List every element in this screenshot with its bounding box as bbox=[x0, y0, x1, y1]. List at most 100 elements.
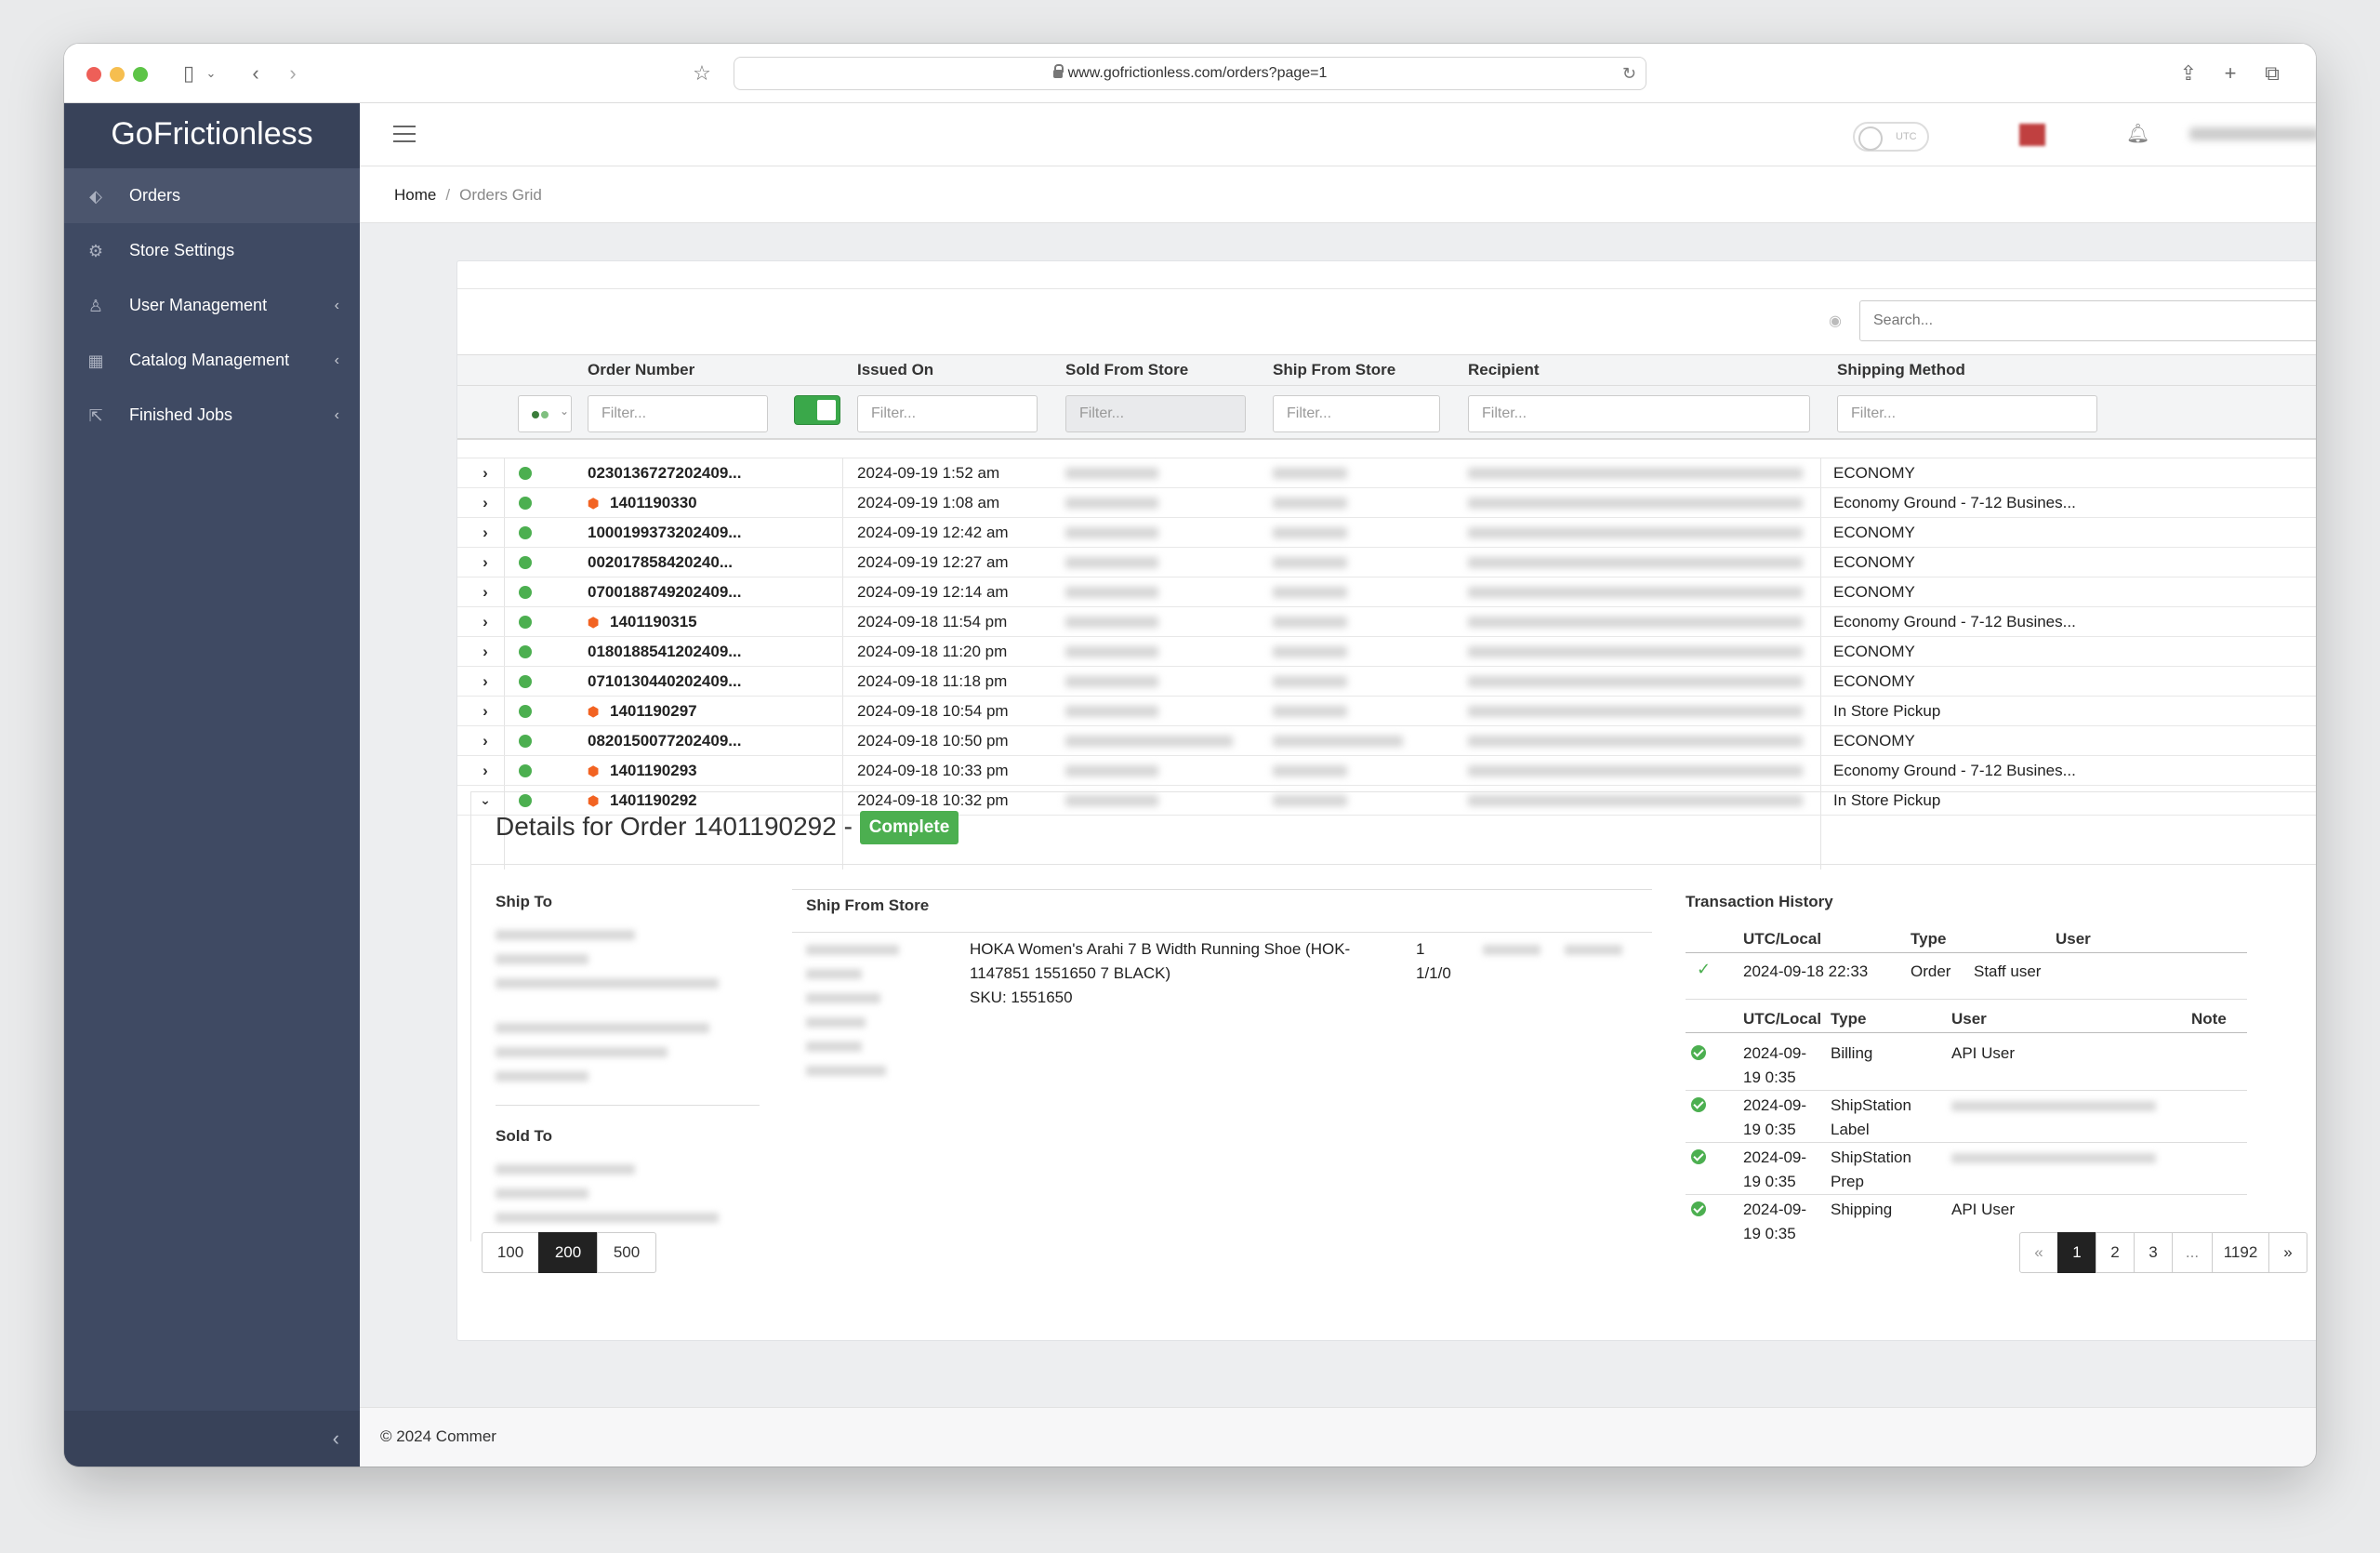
column-header-shipping-method[interactable]: Shipping Method bbox=[1837, 355, 1965, 385]
table-row[interactable]: › 1000199373202409... 2024-09-19 12:42 am E… bbox=[457, 518, 2316, 548]
chevron-right-icon[interactable]: › bbox=[478, 756, 493, 785]
table-row[interactable]: › ⬢ 1401190330 2024-09-19 1:08 am Economy Gr… bbox=[457, 488, 2316, 518]
chevron-right-icon[interactable]: › bbox=[478, 697, 493, 725]
sidebar-item-user-management[interactable]: ♙ User Management ‹ bbox=[64, 278, 360, 333]
grid-spacer bbox=[457, 440, 2316, 458]
search-input[interactable] bbox=[1859, 300, 2316, 341]
pagination-next-button[interactable]: » bbox=[2268, 1232, 2307, 1273]
table-row[interactable]: › ⬢ 1401190297 2024-09-18 10:54 pm In Store … bbox=[457, 697, 2316, 726]
tab-overview-icon[interactable]: ⧉ bbox=[2260, 60, 2284, 86]
success-check-icon bbox=[1691, 1201, 1706, 1216]
close-window-button[interactable] bbox=[86, 67, 101, 82]
issued-on-cell: 2024-09-19 1:52 am bbox=[857, 464, 1000, 482]
order-number-cell[interactable]: 002017858420240... bbox=[588, 548, 774, 577]
table-row[interactable]: › 0230136727202409... 2024-09-19 1:52 am EC… bbox=[457, 458, 2316, 488]
transaction-history-heading: Transaction History bbox=[1686, 893, 1833, 910]
back-icon[interactable]: ‹ bbox=[246, 60, 265, 86]
bookmark-star-icon[interactable]: ☆ bbox=[689, 60, 715, 86]
column-header-issued-on[interactable]: Issued On bbox=[857, 355, 933, 385]
brand-logo[interactable]: GoFrictionless bbox=[64, 103, 360, 168]
chevron-right-icon[interactable]: › bbox=[478, 607, 493, 636]
pagination-page-2[interactable]: 2 bbox=[2096, 1232, 2135, 1273]
table-row[interactable]: › 002017858420240... 2024-09-19 12:27 am EC… bbox=[457, 548, 2316, 577]
divider bbox=[1686, 952, 2247, 953]
sidebar-item-catalog-management[interactable]: ▦ Catalog Management ‹ bbox=[64, 333, 360, 388]
new-tab-icon[interactable]: + bbox=[2218, 60, 2242, 86]
order-number-cell[interactable]: 0180188541202409... bbox=[588, 637, 774, 666]
transaction-time: 19 0:35 bbox=[1743, 1225, 1796, 1241]
order-number-cell[interactable]: 0230136727202409... bbox=[588, 458, 774, 487]
sidebar-item-orders[interactable]: ⬖ Orders bbox=[64, 168, 360, 223]
table-row[interactable]: › ⬢ 1401190315 2024-09-18 11:54 pm Economy G… bbox=[457, 607, 2316, 637]
pagination-prev-button[interactable]: « bbox=[2019, 1232, 2058, 1273]
status-badge: Complete bbox=[859, 811, 959, 844]
page-size-200-button[interactable]: 200 bbox=[538, 1232, 598, 1273]
chevron-right-icon[interactable]: › bbox=[478, 577, 493, 606]
order-number-filter[interactable]: Filter... bbox=[588, 395, 768, 432]
column-header-recipient[interactable]: Recipient bbox=[1468, 355, 1540, 385]
chevron-right-icon[interactable]: › bbox=[478, 667, 493, 696]
shipping-method-cell: ECONOMY bbox=[1833, 643, 1915, 660]
status-filter-select[interactable]: ⌄ bbox=[518, 395, 572, 432]
pagination-page-last[interactable]: 1192 bbox=[2212, 1232, 2269, 1273]
table-row[interactable]: › 0700188749202409... 2024-09-19 12:14 am E… bbox=[457, 577, 2316, 607]
orders-grid-card: ◉ Order Number Issued On Sold From Store… bbox=[456, 260, 2316, 1341]
page-size-100-button[interactable]: 100 bbox=[482, 1232, 539, 1273]
pagination-page-1[interactable]: 1 bbox=[2057, 1232, 2096, 1273]
ship-from-store-cell bbox=[1273, 498, 1347, 509]
order-number-cell[interactable]: ⬢ 1401190293 bbox=[588, 756, 774, 785]
eye-icon[interactable]: ◉ bbox=[1829, 312, 1842, 330]
reload-icon[interactable]: ↻ bbox=[1622, 58, 1636, 89]
order-number-filter-toggle[interactable] bbox=[794, 395, 840, 425]
issued-on-filter[interactable]: Filter... bbox=[857, 395, 1038, 432]
address-bar[interactable]: www.gofrictionless.com/orders?page=1 ↻ bbox=[734, 57, 1646, 90]
pagination-page-3[interactable]: 3 bbox=[2134, 1232, 2173, 1273]
chevron-right-icon[interactable]: › bbox=[478, 548, 493, 577]
sidebar-toggle-icon[interactable]: ▯ bbox=[176, 60, 202, 86]
column-header-sold-from-store[interactable]: Sold From Store bbox=[1065, 355, 1188, 385]
order-number-cell[interactable]: 0710130440202409... bbox=[588, 667, 774, 696]
sidebar-item-store-settings[interactable]: ⚙ Store Settings bbox=[64, 223, 360, 278]
breadcrumb-home-link[interactable]: Home bbox=[394, 186, 436, 204]
order-number-cell[interactable]: 0700188749202409... bbox=[588, 577, 774, 606]
table-row[interactable]: › 0180188541202409... 2024-09-18 11:20 pm E… bbox=[457, 637, 2316, 667]
recipient-cell bbox=[1468, 646, 1803, 657]
table-row[interactable]: › 0710130440202409... 2024-09-18 11:18 pm E… bbox=[457, 667, 2316, 697]
sidebar-item-finished-jobs[interactable]: ⇱ Finished Jobs ‹ bbox=[64, 388, 360, 443]
order-number-cell[interactable]: 1000199373202409... bbox=[588, 518, 774, 547]
sold-from-store-cell bbox=[1065, 646, 1158, 657]
order-number-cell[interactable]: ⬢ 1401190315 bbox=[588, 607, 774, 636]
chevron-left-icon: ‹ bbox=[334, 352, 339, 368]
transaction-type: Order bbox=[1911, 962, 1951, 980]
shipping-method-cell: ECONOMY bbox=[1833, 672, 1915, 690]
shipping-method-filter[interactable]: Filter... bbox=[1837, 395, 2097, 432]
ship-from-store-filter[interactable]: Filter... bbox=[1273, 395, 1440, 432]
order-number-cell[interactable]: ⬢ 1401190330 bbox=[588, 488, 774, 517]
chevron-right-icon[interactable]: › bbox=[478, 458, 493, 487]
bell-icon[interactable]: 🔔︎ bbox=[2126, 122, 2149, 145]
column-header-ship-from-store[interactable]: Ship From Store bbox=[1273, 355, 1395, 385]
share-icon[interactable]: ⇪ bbox=[2176, 60, 2201, 86]
page-size-500-button[interactable]: 500 bbox=[597, 1232, 656, 1273]
chevron-right-icon[interactable]: › bbox=[478, 726, 493, 755]
column-header-order-number[interactable]: Order Number bbox=[588, 355, 694, 385]
recipient-filter[interactable]: Filter... bbox=[1468, 395, 1810, 432]
store-flag-icon[interactable] bbox=[2019, 124, 2045, 146]
order-number-cell[interactable]: ⬢ 1401190297 bbox=[588, 697, 774, 725]
chevron-right-icon[interactable]: › bbox=[478, 488, 493, 517]
minimize-window-button[interactable] bbox=[110, 67, 125, 82]
browser-window: ▯ ⌄ ‹ › ☆ www.gofrictionless.com/orders?… bbox=[64, 44, 2316, 1467]
sidebar-collapse-button[interactable]: ‹ bbox=[64, 1411, 360, 1467]
maximize-window-button[interactable] bbox=[133, 67, 148, 82]
table-row[interactable]: › 0820150077202409... 2024-09-18 10:50 pm E… bbox=[457, 726, 2316, 756]
order-number-cell[interactable]: 0820150077202409... bbox=[588, 726, 774, 755]
utc-toggle[interactable]: UTC bbox=[1853, 122, 1929, 152]
status-dot-icon bbox=[519, 705, 532, 718]
hamburger-menu-icon[interactable] bbox=[393, 126, 416, 142]
chevron-right-icon[interactable]: › bbox=[478, 518, 493, 547]
user-menu[interactable] bbox=[2189, 127, 2316, 140]
table-row[interactable]: › ⬢ 1401190293 2024-09-18 10:33 pm Economy G… bbox=[457, 756, 2316, 786]
chevron-right-icon[interactable]: › bbox=[478, 637, 493, 666]
forward-icon[interactable]: › bbox=[284, 60, 302, 86]
chevron-down-icon[interactable]: ⌄ bbox=[204, 60, 218, 86]
